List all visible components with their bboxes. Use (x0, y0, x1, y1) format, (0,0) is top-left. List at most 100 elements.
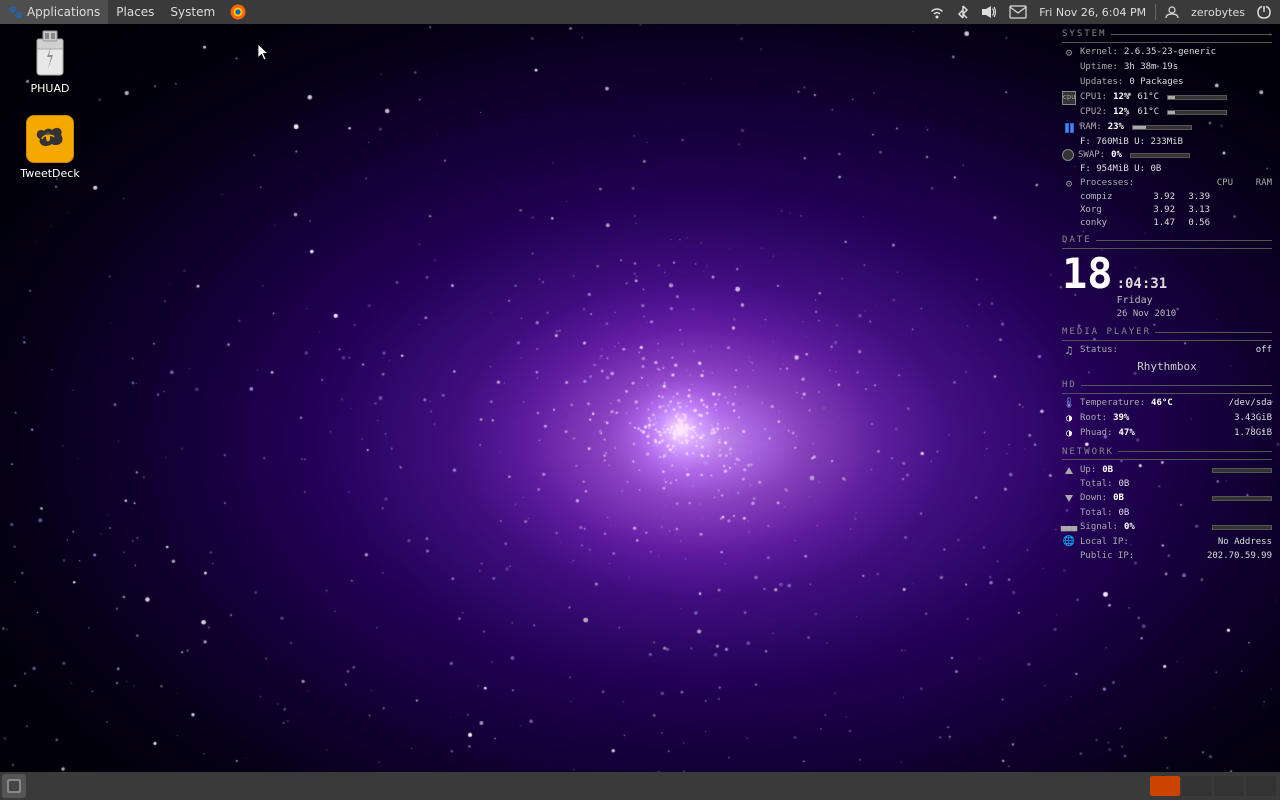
applications-menu[interactable]: 🐾 Applications (0, 0, 108, 24)
hd-root-row: ◑ Root: 39% 3.43GiB (1062, 412, 1272, 426)
media-status-row: ♫ Status: off (1062, 344, 1272, 358)
panel-right: Fri Nov 26, 6:04 PM zerobytes (926, 0, 1280, 24)
cpu1-row: cpu CPU1: 12% 61°C (1062, 91, 1272, 105)
player-name-row: Rhythmbox (1062, 359, 1272, 374)
tweetdeck-icon-image (26, 115, 74, 163)
taskbar-right (1150, 776, 1280, 796)
swap-detail-row: F: 954MiB U: 0B (1062, 163, 1272, 176)
system-section: SYSTEM ⚙ Kernel: 2.6.35-23-generic Uptim… (1062, 28, 1272, 229)
uptime-row: Uptime: 3h 38m 19s (1062, 61, 1272, 75)
places-menu[interactable]: Places (108, 0, 162, 24)
updates-icon (1062, 76, 1076, 90)
cpu2-bar-fill (1168, 111, 1175, 114)
conky-panel: SYSTEM ⚙ Kernel: 2.6.35-23-generic Uptim… (1062, 28, 1272, 568)
net-up-bar (1212, 468, 1272, 473)
process-row-xorg: Xorg 3.92 3.13 (1062, 204, 1272, 217)
processes-label-row: ⚙ Processes: CPU RAM (1062, 176, 1272, 190)
cpu2-bar (1167, 110, 1227, 115)
process-row-conky: conky 1.47 0.56 (1062, 217, 1272, 230)
bluetooth-indicator[interactable] (954, 0, 972, 24)
signal-bar (1212, 525, 1272, 530)
cpu1-bar (1167, 95, 1227, 100)
kernel-row: ⚙ Kernel: 2.6.35-23-generic (1062, 46, 1272, 60)
system-menu[interactable]: System (162, 0, 223, 24)
network-header: NETWORK (1062, 446, 1272, 461)
swap-row: SWAP: 0% (1062, 149, 1272, 162)
datetime-display[interactable]: Fri Nov 26, 6:04 PM (1036, 0, 1149, 24)
tweetdeck-icon[interactable]: TweetDeck (10, 115, 90, 180)
hd-phuad-row: ◑ Phuad: 47% 1.78GiB (1062, 427, 1272, 441)
net-up-icon (1062, 463, 1076, 477)
hd-section: HD 🌡 Temperature: 46°C /dev/sda ◑ Root: … (1062, 379, 1272, 441)
ram-icon (1062, 121, 1076, 135)
updates-row: Updates: 0 Packages (1062, 76, 1272, 90)
date-display: 18 :04:31 Friday 26 Nov 2010 (1062, 253, 1272, 321)
net-up-total-row: Total: 0B (1062, 478, 1272, 491)
hd-root-icon: ◑ (1062, 412, 1076, 426)
user-icon[interactable] (1162, 0, 1182, 24)
local-ip-icon: 🌐 (1062, 535, 1076, 549)
taskbar-icon-1[interactable] (2, 774, 26, 798)
signal-bars-icon: ▄▄▄ (1062, 520, 1076, 534)
email-indicator[interactable] (1006, 0, 1030, 24)
net-down-icon (1062, 492, 1076, 506)
top-panel: 🐾 Applications Places System (0, 0, 1280, 24)
sound-indicator[interactable] (978, 0, 1000, 24)
process-row-compiz: compiz 3.92 3.39 (1062, 191, 1272, 204)
local-ip-row: 🌐 Local IP: No Address (1062, 535, 1272, 549)
cpu1-bar-fill (1168, 96, 1175, 99)
phuad-icon-image (26, 30, 74, 78)
desktop-icons: PHUAD TweetDeck (10, 30, 90, 180)
gear-icon: ⚙ (1062, 46, 1076, 60)
net-down-total-row: Total: 0B (1062, 507, 1272, 520)
media-section: MEDIA PLAYER ♫ Status: off Rhythmbox (1062, 326, 1272, 374)
swap-icon (1062, 149, 1074, 161)
phuad-label: PHUAD (31, 82, 70, 95)
taskbar-box-orange[interactable] (1150, 776, 1180, 796)
taskbar-left (0, 772, 1150, 800)
ram-detail-row: F: 760MiB U: 233MiB (1062, 136, 1272, 149)
tweetdeck-label: TweetDeck (20, 167, 79, 180)
taskbar-box-3[interactable] (1214, 776, 1244, 796)
cpu-icon: cpu (1062, 91, 1076, 105)
net-down-row: Down: 0B (1062, 492, 1272, 506)
date-right: :04:31 Friday 26 Nov 2010 (1117, 275, 1177, 321)
music-icon: ♫ (1062, 344, 1076, 358)
hd-phuad-icon: ◑ (1062, 427, 1076, 441)
ram-row: RAM: 23% (1062, 121, 1272, 135)
bottom-bar (0, 772, 1280, 800)
hd-header: HD (1062, 379, 1272, 394)
hd-temp-row: 🌡 Temperature: 46°C /dev/sda (1062, 397, 1272, 411)
phuad-icon[interactable]: PHUAD (10, 30, 90, 95)
username-text: zerobytes (1191, 6, 1245, 19)
separator (1155, 4, 1156, 20)
uptime-icon (1062, 61, 1076, 75)
tweetdeck-icon-bg (26, 115, 74, 163)
net-up-row: Up: 0B (1062, 463, 1272, 477)
swap-bar (1130, 153, 1190, 158)
net-down-bar (1212, 496, 1272, 501)
date-section: DATE 18 :04:31 Friday 26 Nov 2010 (1062, 234, 1272, 321)
wifi-indicator[interactable] (926, 0, 948, 24)
firefox-icon[interactable] (223, 0, 253, 24)
processes-icon: ⚙ (1062, 176, 1076, 190)
applications-label: Applications (27, 5, 100, 19)
username-display[interactable]: zerobytes (1188, 0, 1248, 24)
system-label: System (170, 5, 215, 19)
media-header: MEDIA PLAYER (1062, 326, 1272, 341)
taskbar-box-4[interactable] (1246, 776, 1276, 796)
system-header: SYSTEM (1062, 28, 1272, 43)
network-section: NETWORK Up: 0B Total: 0B Down: 0B (1062, 446, 1272, 563)
panel-left: 🐾 Applications Places System (0, 0, 253, 24)
cpu2-spacer (1062, 106, 1076, 120)
thermometer-icon: 🌡 (1062, 397, 1076, 411)
net-signal-row: ▄▄▄ Signal: 0% (1062, 520, 1272, 534)
ram-bar (1132, 125, 1192, 130)
power-button[interactable] (1254, 0, 1274, 24)
ram-bar-fill (1133, 126, 1146, 129)
datetime-text: Fri Nov 26, 6:04 PM (1039, 6, 1146, 19)
taskbar-box-2[interactable] (1182, 776, 1212, 796)
places-label: Places (116, 5, 154, 19)
public-ip-row: Public IP: 202.70.59.99 (1062, 550, 1272, 563)
date-header: DATE (1062, 234, 1272, 249)
